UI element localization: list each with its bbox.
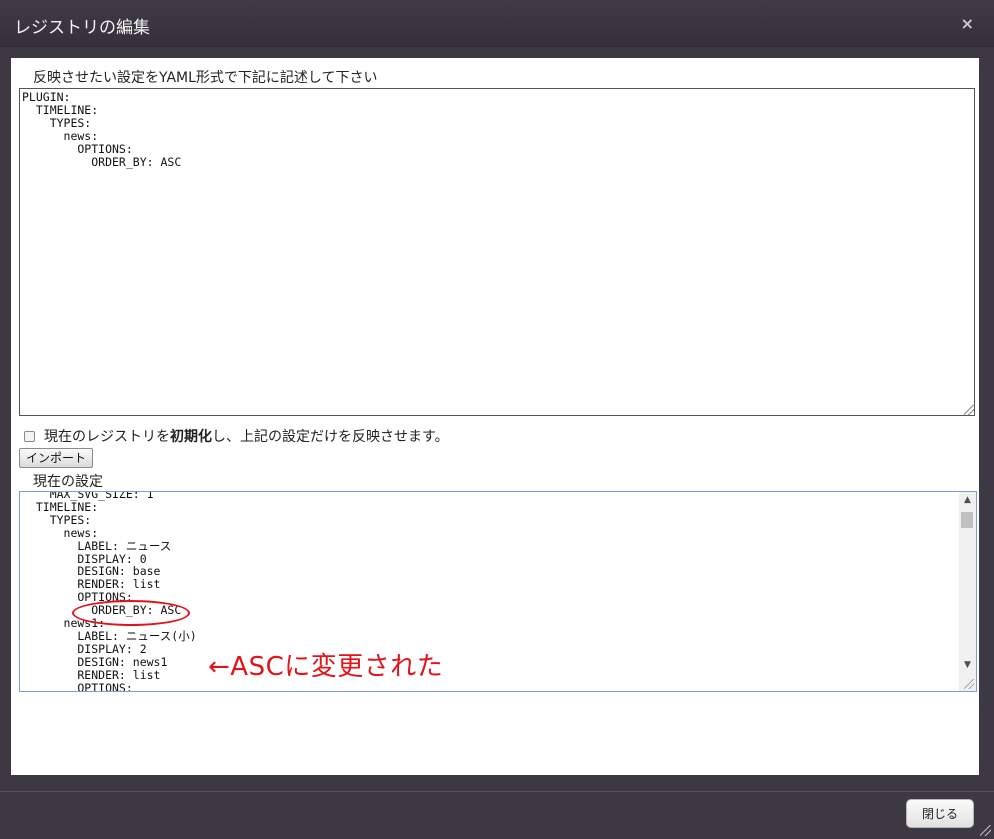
yaml-input-textarea[interactable]: PLUGIN: TIMELINE: TYPES: news: OPTIONS: … <box>19 88 975 416</box>
reset-label-bold: 初期化 <box>170 429 212 445</box>
registry-edit-dialog: レジストリの編集 × 反映させたい設定をYAML形式で下記に記述して下さい PL… <box>0 0 994 839</box>
resize-grip-icon[interactable] <box>964 679 974 689</box>
reset-registry-checkbox[interactable] <box>24 430 35 442</box>
current-settings-textarea[interactable]: MAX_SVG_SIZE: 1 TIMELINE: TYPES: news: L… <box>19 491 977 692</box>
dialog-title: レジストリの編集 <box>14 18 150 38</box>
vertical-scrollbar[interactable]: ▲ ▼ <box>959 492 976 691</box>
scroll-thumb[interactable] <box>961 512 973 528</box>
current-settings-text: MAX_SVG_SIZE: 1 TIMELINE: TYPES: news: L… <box>35 491 197 692</box>
highlight-ellipse <box>72 600 190 626</box>
scroll-down-icon[interactable]: ▼ <box>959 657 976 673</box>
reset-label-after: し、上記の設定だけを反映させます。 <box>212 429 449 445</box>
annotation-text: ←ASCに変更された <box>208 652 444 682</box>
dialog-resize-grip-icon[interactable] <box>980 825 991 836</box>
dialog-content: 反映させたい設定をYAML形式で下記に記述して下さい PLUGIN: TIMEL… <box>11 58 979 775</box>
close-button[interactable]: 閉じる <box>906 799 974 828</box>
scroll-up-icon[interactable]: ▲ <box>959 492 976 508</box>
close-icon[interactable]: × <box>961 14 974 33</box>
dialog-titlebar[interactable]: レジストリの編集 × <box>0 0 994 47</box>
reset-registry-option[interactable]: 現在のレジストリを 初期化 し、上記の設定だけを反映させます。 <box>24 426 449 446</box>
current-settings-label: 現在の設定 <box>33 474 103 490</box>
reset-label-before: 現在のレジストリを <box>44 429 170 445</box>
import-button[interactable]: インポート <box>19 448 94 468</box>
footer-divider <box>0 791 994 792</box>
yaml-input-label: 反映させたい設定をYAML形式で下記に記述して下さい <box>33 70 378 86</box>
